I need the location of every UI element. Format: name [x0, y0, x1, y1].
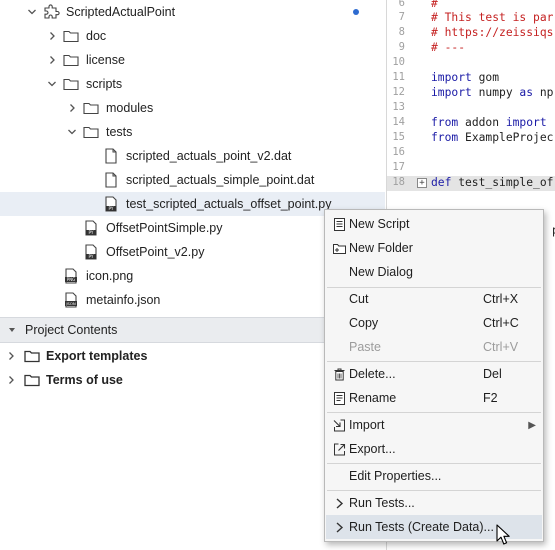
modified-indicator-dot: [353, 9, 359, 15]
code-line: 13: [392, 101, 405, 113]
png-file-icon: PNG: [62, 267, 80, 285]
folder-icon: [62, 51, 80, 69]
tree-item-tests[interactable]: tests: [0, 120, 385, 144]
section-title: Project Contents: [25, 323, 118, 337]
menu-item-export[interactable]: Export...: [326, 437, 542, 461]
file-icon: [102, 147, 120, 165]
tree-item-label: scripted_actuals_point_v2.dat: [126, 149, 292, 163]
tree-item-label: OffsetPointSimple.py: [106, 221, 223, 235]
context-menu: New Script New Folder New Dialog Cut Ctr…: [324, 209, 544, 542]
folder-icon: [82, 123, 100, 141]
menu-item-delete[interactable]: Delete... Del: [326, 362, 542, 386]
trash-icon: [331, 366, 347, 382]
new-folder-icon: [331, 240, 347, 256]
menu-item-cut[interactable]: Cut Ctrl+X: [326, 287, 542, 311]
menu-item-copy[interactable]: Copy Ctrl+C: [326, 311, 542, 335]
folder-icon: [82, 99, 100, 117]
chevron-right-icon: [331, 495, 347, 511]
code-line: 8 # https://zeissiqs: [398, 26, 554, 39]
tree-item-label: scripted_actuals_simple_point.dat: [126, 173, 315, 187]
import-icon: [331, 417, 347, 433]
svg-text:PNG: PNG: [67, 277, 76, 282]
caret-down-icon[interactable]: [6, 324, 18, 336]
tree-item-label: OffsetPoint_v2.py: [106, 245, 205, 259]
menu-item-new-script[interactable]: New Script: [326, 212, 542, 236]
chevron-right-icon[interactable]: [5, 374, 17, 386]
menu-item-rename[interactable]: Rename F2: [326, 386, 542, 410]
code-line: 11 import gom: [392, 71, 500, 84]
new-script-icon: [331, 216, 347, 232]
fold-toggle-icon[interactable]: +: [417, 178, 427, 188]
tree-item-modules[interactable]: modules: [0, 96, 385, 120]
chevron-right-icon[interactable]: [5, 350, 17, 362]
chevron-right-icon[interactable]: [46, 30, 58, 42]
folder-icon: [62, 75, 80, 93]
code-line: 16: [392, 146, 405, 158]
tree-item-label: modules: [106, 101, 154, 115]
chevron-right-icon[interactable]: [46, 54, 58, 66]
tree-item-file[interactable]: scripted_actuals_point_v2.dat: [0, 144, 385, 168]
svg-text:PY: PY: [89, 254, 94, 259]
code-line: 15 from ExampleProjec: [392, 131, 554, 144]
tree-item-label: test_scripted_actuals_offset_point.py: [126, 197, 332, 211]
submenu-arrow-icon: ▶: [528, 419, 536, 431]
code-line: 9 # ---: [398, 41, 466, 54]
tree-item-label: Terms of use: [46, 373, 123, 387]
tree-item-label: license: [86, 53, 125, 67]
svg-text:JSON: JSON: [65, 301, 76, 306]
svg-text:PY: PY: [109, 206, 114, 211]
tree-item-label: scripts: [86, 77, 123, 91]
menu-item-new-dialog[interactable]: New Dialog: [326, 260, 542, 284]
python-file-icon: PY: [82, 243, 100, 261]
tree-item-label: ScriptedActualPoint: [66, 5, 176, 19]
tree-item-label: doc: [86, 29, 107, 43]
folder-icon: [62, 27, 80, 45]
tree-item-label: icon.png: [86, 269, 134, 283]
tree-item-file[interactable]: scripted_actuals_simple_point.dat: [0, 168, 385, 192]
python-file-icon: PY: [82, 219, 100, 237]
tree-item-scriptedactualpoint[interactable]: ScriptedActualPoint: [0, 0, 385, 24]
file-icon: [102, 171, 120, 189]
svg-text:PY: PY: [89, 230, 94, 235]
tree-item-doc[interactable]: doc: [0, 24, 385, 48]
tree-item-license[interactable]: license: [0, 48, 385, 72]
code-line-highlighted: 18 + def test_simple_of: [387, 176, 555, 191]
code-line: 7 # This test is par: [398, 11, 554, 24]
tree-item-scripts[interactable]: scripts: [0, 72, 385, 96]
tree-item-label: metainfo.json: [86, 293, 161, 307]
menu-item-run-tests[interactable]: Run Tests...: [326, 491, 542, 515]
menu-item-edit-properties[interactable]: Edit Properties...: [326, 464, 542, 488]
rename-icon: [331, 390, 347, 406]
menu-item-new-folder[interactable]: New Folder: [326, 236, 542, 260]
chevron-right-icon: [331, 519, 347, 535]
tree-item-label: Export templates: [46, 349, 148, 363]
code-line: 10: [392, 56, 405, 68]
code-line: 17: [392, 161, 405, 173]
mouse-pointer-icon: [496, 524, 510, 545]
chevron-down-icon[interactable]: [26, 6, 38, 18]
menu-item-paste: Paste Ctrl+V: [349, 340, 519, 354]
folder-icon: [23, 347, 41, 365]
chevron-down-icon[interactable]: [66, 126, 78, 138]
python-file-icon: PY: [102, 195, 120, 213]
folder-icon: [23, 371, 41, 389]
menu-item-import[interactable]: Import ▶: [326, 413, 542, 437]
json-file-icon: JSON: [62, 291, 80, 309]
code-line: 12 import numpy as np: [392, 86, 554, 99]
chevron-down-icon[interactable]: [46, 78, 58, 90]
code-line: 14 from addon import: [392, 116, 547, 129]
chevron-right-icon[interactable]: [66, 102, 78, 114]
puzzle-icon: [42, 3, 60, 21]
tree-item-label: tests: [106, 125, 133, 139]
export-icon: [331, 441, 347, 457]
